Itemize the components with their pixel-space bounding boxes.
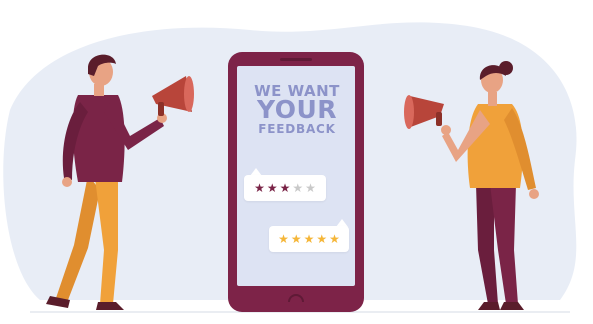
- rating-bubble-1: ★ ★ ★ ★ ★: [244, 175, 326, 201]
- star-icon: ★: [305, 181, 316, 195]
- man-shoe-front: [96, 302, 124, 310]
- star-icon: ★: [266, 181, 278, 195]
- star-icon: ★: [292, 181, 304, 195]
- man-hand-back: [62, 177, 72, 187]
- woman-shoe-front: [500, 302, 524, 310]
- megaphone-left-handle: [158, 102, 164, 116]
- star-icon: ★: [290, 232, 302, 246]
- woman-shoe-back: [478, 302, 500, 310]
- woman-neck: [488, 92, 497, 106]
- star-icon: ★: [278, 232, 289, 246]
- headline-line-3: FEEDBACK: [258, 122, 336, 136]
- woman-hand-left: [441, 125, 451, 135]
- illustration: WE WANT YOUR FEEDBACK ★ ★ ★ ★ ★ ★ ★ ★ ★ ★: [0, 0, 593, 320]
- star-icon: ★: [279, 181, 291, 195]
- headline-line-2: YOUR: [256, 95, 337, 124]
- rating-bubble-2: ★ ★ ★ ★ ★: [269, 226, 349, 252]
- star-icon: ★: [303, 232, 315, 246]
- woman-hair-bun: [499, 61, 513, 75]
- megaphone-right-mouth: [404, 95, 414, 129]
- star-icon: ★: [254, 181, 265, 195]
- woman-hand-right: [529, 189, 539, 199]
- illustration-canvas: [3, 22, 577, 313]
- megaphone-right-handle: [436, 112, 442, 126]
- phone-speaker: [280, 58, 312, 61]
- star-icon: ★: [329, 232, 340, 246]
- megaphone-left-mouth: [184, 76, 194, 112]
- star-icon: ★: [316, 232, 328, 246]
